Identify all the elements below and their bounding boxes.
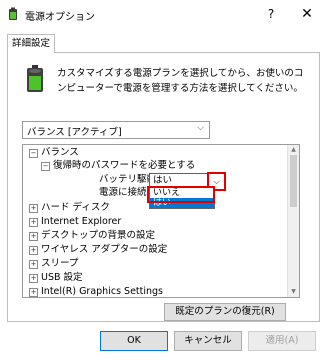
scroll-up-icon[interactable]: ▲ <box>288 145 299 155</box>
collapse-icon[interactable]: − <box>29 149 38 158</box>
tab-advanced-settings[interactable]: 詳細設定 <box>7 34 55 53</box>
tree-scrollbar[interactable]: ▲ ▼ <box>287 145 299 297</box>
expand-icon[interactable]: + <box>29 218 38 227</box>
expand-icon[interactable]: + <box>29 232 38 241</box>
description-text: カスタマイズする電源プランを選択してから、お使いのコンピューターで電源を管理する… <box>57 68 304 94</box>
power-plan-value: バランス [アクティブ] <box>27 127 122 138</box>
settings-tree[interactable]: − バランス − 復帰時のパスワードを必要とする バッテリ駆動: 電源に接続: … <box>22 144 300 298</box>
cancel-button[interactable]: キャンセル <box>174 331 242 351</box>
collapse-icon[interactable]: − <box>41 162 50 171</box>
scroll-thumb[interactable] <box>290 155 297 207</box>
expand-icon[interactable]: + <box>29 246 38 255</box>
ok-button[interactable]: OK <box>100 331 168 351</box>
chevron-down-icon: ⌵ <box>197 123 204 133</box>
scroll-down-icon[interactable]: ▼ <box>288 287 299 297</box>
battery-icon <box>27 65 43 92</box>
power-options-icon <box>9 7 17 20</box>
expand-icon[interactable]: + <box>29 204 38 213</box>
highlight-frame <box>147 186 215 203</box>
plugged-in-setting-label: 電源に接続: <box>99 187 150 198</box>
restore-defaults-button[interactable]: 既定のプランの復元(R) <box>164 303 286 321</box>
title-bar: 電源オプション ? ✕ <box>0 0 325 28</box>
close-button[interactable]: ✕ <box>298 6 316 22</box>
power-plan-select[interactable]: バランス [アクティブ] ⌵ <box>22 121 210 139</box>
apply-button[interactable]: 適用(A) <box>248 331 316 351</box>
expand-icon[interactable]: + <box>29 260 38 269</box>
expand-icon[interactable]: + <box>29 288 38 297</box>
window-title: 電源オプション <box>25 12 95 23</box>
expand-icon[interactable]: + <box>29 274 38 283</box>
help-button[interactable]: ? <box>262 6 280 22</box>
